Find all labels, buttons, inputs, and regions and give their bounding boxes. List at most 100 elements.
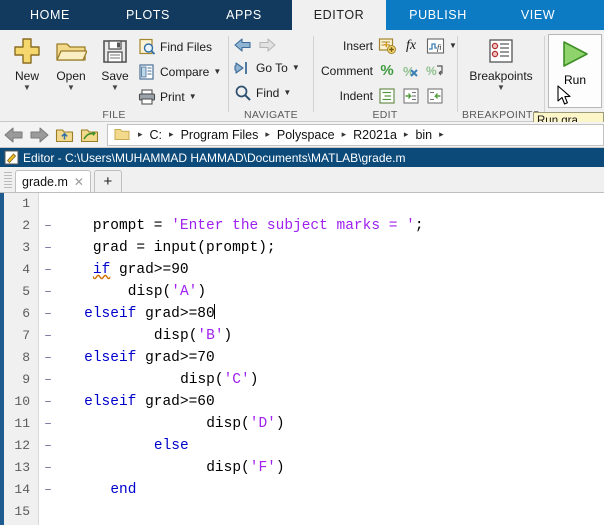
- ribbon-tab-publish[interactable]: PUBLISH: [386, 0, 490, 30]
- code-line[interactable]: 11– disp('D'): [0, 413, 604, 435]
- new-tab-button[interactable]: +: [93, 170, 122, 192]
- path-forward-icon[interactable]: [28, 124, 50, 146]
- code-token: ): [249, 372, 259, 388]
- breakpoint-marker[interactable]: –: [42, 237, 54, 259]
- ribbon-tab-editor[interactable]: EDITOR: [292, 0, 386, 30]
- open-button[interactable]: Open ▼: [48, 34, 94, 106]
- breakpoint-marker[interactable]: –: [42, 435, 54, 457]
- insert-fi-icon[interactable]: fi: [425, 36, 445, 55]
- breakpoint-marker[interactable]: –: [42, 281, 54, 303]
- code-rows[interactable]: 1 2– prompt = 'Enter the subject marks = '…: [0, 193, 604, 523]
- breakpoint-marker[interactable]: –: [42, 479, 54, 501]
- open-caret-icon[interactable]: ▼: [67, 83, 75, 92]
- ribbon-group-overflow[interactable]: [600, 30, 604, 122]
- go-to-button[interactable]: Go To ▼: [234, 59, 300, 77]
- breakpoint-marker[interactable]: –: [42, 215, 54, 237]
- breakpoints-group-label: BREAKPOINTS: [462, 109, 540, 121]
- path-back-icon[interactable]: [3, 124, 25, 146]
- breakpoint-marker[interactable]: –: [42, 347, 54, 369]
- code-line[interactable]: 8– elseif grad>=70: [0, 347, 604, 369]
- breadcrumb-item-0[interactable]: C:: [148, 128, 165, 142]
- go-to-icon: [234, 59, 252, 77]
- ribbon-tab-home[interactable]: HOME: [0, 0, 100, 30]
- new-icon: [12, 34, 42, 68]
- save-button[interactable]: Save ▼: [92, 34, 138, 106]
- smart-indent-icon[interactable]: [377, 86, 397, 105]
- code-editor[interactable]: 1 2– prompt = 'Enter the subject marks = '…: [0, 193, 604, 525]
- new-button[interactable]: New ▼: [4, 34, 50, 106]
- tab-gripper[interactable]: [4, 172, 12, 190]
- increase-indent-icon[interactable]: [401, 86, 421, 105]
- code-line[interactable]: 12– else: [0, 435, 604, 457]
- ribbon-group-breakpoints: Breakpoints ▼ BREAKPOINTS: [459, 30, 543, 122]
- ribbon-tab-apps[interactable]: APPS: [196, 0, 292, 30]
- indent-label: Indent: [339, 88, 373, 103]
- ribbon-tab-view[interactable]: VIEW: [490, 0, 586, 30]
- back-arrow-icon[interactable]: [234, 36, 252, 54]
- code-text: disp('D'): [206, 413, 284, 435]
- code-line[interactable]: 7– disp('B'): [0, 325, 604, 347]
- find-caret-icon[interactable]: ▼: [283, 89, 291, 97]
- print-caret-icon[interactable]: ▼: [189, 93, 197, 101]
- wrap-comment-icon[interactable]: %: [425, 61, 445, 80]
- find-files-button[interactable]: Find Files: [138, 38, 212, 56]
- code-line[interactable]: 2– prompt = 'Enter the subject marks = ';: [0, 215, 604, 237]
- ribbon-tab-plots[interactable]: PLOTS: [100, 0, 196, 30]
- code-line[interactable]: 15: [0, 501, 604, 523]
- breakpoint-marker[interactable]: –: [42, 303, 54, 325]
- comment-icon[interactable]: %: [377, 61, 397, 80]
- insert-section-icon[interactable]: [377, 36, 397, 55]
- breadcrumb[interactable]: ▸ C: ▸ Program Files ▸ Polyspace ▸ R2021…: [107, 123, 604, 146]
- print-label: Print: [160, 90, 185, 104]
- insert-function-icon[interactable]: fx: [401, 36, 421, 55]
- ribbon-group-edit: Insert fx fi ▼ Comment % % % Indent EDIT: [315, 30, 457, 122]
- go-to-caret-icon[interactable]: ▼: [292, 64, 300, 72]
- breadcrumb-sep-5: ▸: [439, 129, 444, 139]
- editor-title-text: Editor - C:\Users\MUHAMMAD HAMMAD\Docume…: [23, 150, 406, 165]
- code-line[interactable]: 10– elseif grad>=60: [0, 391, 604, 413]
- insert-caret-icon[interactable]: ▼: [449, 41, 457, 50]
- code-line[interactable]: 13– disp('F'): [0, 457, 604, 479]
- breakpoints-caret-icon[interactable]: ▼: [497, 83, 505, 92]
- code-line[interactable]: 4– if grad>=90: [0, 259, 604, 281]
- code-token: end: [110, 482, 137, 498]
- breakpoint-marker[interactable]: –: [42, 259, 54, 281]
- decrease-indent-icon[interactable]: [425, 86, 445, 105]
- ribbon-tab-filler: [586, 0, 604, 30]
- save-caret-icon[interactable]: ▼: [111, 83, 119, 92]
- path-up-icon[interactable]: [53, 124, 75, 146]
- breakpoint-marker[interactable]: –: [42, 325, 54, 347]
- breadcrumb-item-2[interactable]: Polyspace: [275, 128, 337, 142]
- breakpoints-button[interactable]: Breakpoints ▼: [465, 34, 537, 106]
- matlab-editor-window: HOME PLOTS APPS EDITOR PUBLISH VIEW New …: [0, 0, 604, 525]
- print-button[interactable]: Print ▼: [138, 88, 197, 106]
- code-line[interactable]: 5– disp('A'): [0, 281, 604, 303]
- compare-button[interactable]: Compare ▼: [138, 63, 221, 81]
- code-line[interactable]: 6– elseif grad>=80: [0, 303, 604, 325]
- breakpoint-marker[interactable]: –: [42, 413, 54, 435]
- forward-arrow-icon: [258, 36, 276, 54]
- close-icon[interactable]: ✕: [74, 175, 84, 189]
- code-text: disp('F'): [206, 457, 284, 479]
- breakpoint-marker[interactable]: –: [42, 369, 54, 391]
- search-icon: [234, 84, 252, 102]
- compare-caret-icon[interactable]: ▼: [213, 68, 221, 76]
- find-files-label: Find Files: [160, 40, 213, 54]
- breadcrumb-item-1[interactable]: Program Files: [179, 128, 261, 142]
- find-button[interactable]: Find ▼: [234, 84, 291, 102]
- breakpoint-marker[interactable]: –: [42, 457, 54, 479]
- breakpoint-marker[interactable]: –: [42, 391, 54, 413]
- code-token: grad>=90: [110, 262, 189, 278]
- path-browse-icon[interactable]: [78, 124, 100, 146]
- uncomment-icon[interactable]: %: [401, 61, 421, 80]
- code-token: disp(: [180, 372, 224, 388]
- insert-label: Insert: [342, 38, 373, 53]
- code-line[interactable]: 14– end: [0, 479, 604, 501]
- breadcrumb-item-4[interactable]: bin: [413, 128, 434, 142]
- breadcrumb-item-3[interactable]: R2021a: [351, 128, 399, 142]
- document-tab-grade[interactable]: grade.m ✕: [15, 170, 91, 192]
- code-line[interactable]: 9– disp('C'): [0, 369, 604, 391]
- code-line[interactable]: 1: [0, 193, 604, 215]
- new-caret-icon[interactable]: ▼: [23, 83, 31, 92]
- code-line[interactable]: 3– grad = input(prompt);: [0, 237, 604, 259]
